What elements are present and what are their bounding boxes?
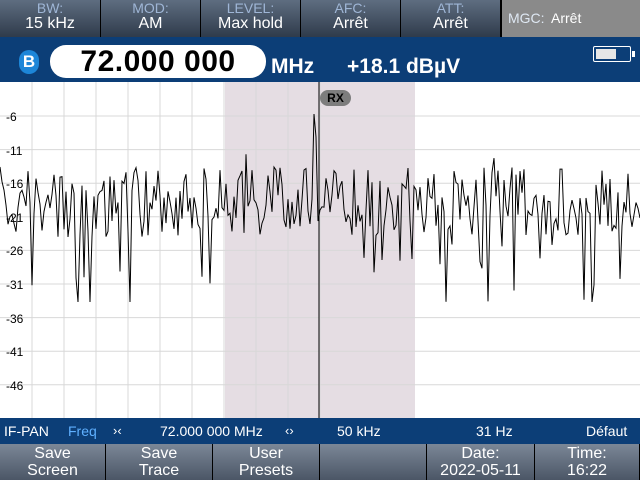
afc-label: AFC: xyxy=(334,0,367,16)
mod-label: MOD: xyxy=(132,0,169,16)
time-value: 16:22 xyxy=(566,462,608,479)
status-bar: BW: 15 kHz MOD: AM LEVEL: Max hold AFC: … xyxy=(0,0,640,37)
att-value: Arrêt xyxy=(433,15,468,32)
level-label: LEVEL: xyxy=(226,0,275,16)
info-bar: IF-PAN Freq ›‹ 72.000 000 MHz ‹› 50 kHz … xyxy=(0,418,640,444)
afc-value: Arrêt xyxy=(333,15,368,32)
att-label: ATT: xyxy=(436,0,465,16)
save-screen-line1: Save xyxy=(34,445,71,462)
span-icon: ‹› xyxy=(285,423,294,438)
level-field[interactable]: LEVEL: Max hold xyxy=(201,0,301,37)
center-frequency-icon: ›‹ xyxy=(113,423,122,438)
mod-value: AM xyxy=(138,15,163,32)
rx-marker-badge[interactable]: RX xyxy=(320,90,351,106)
date-label: Date: xyxy=(461,445,500,462)
freq-label[interactable]: Freq xyxy=(68,424,97,438)
mgc-value: Arrêt xyxy=(551,10,582,26)
time-display: Time: 16:22 xyxy=(535,444,640,480)
rbw-value: 31 Hz xyxy=(476,423,513,439)
att-field[interactable]: ATT: Arrêt xyxy=(401,0,501,37)
afc-field[interactable]: AFC: Arrêt xyxy=(301,0,401,37)
receiver-b-icon[interactable]: B xyxy=(19,50,39,74)
y-axis-label: -26 xyxy=(6,244,24,259)
battery-icon xyxy=(593,46,635,62)
y-axis-label: -31 xyxy=(6,278,24,292)
save-screen-button[interactable]: Save Screen xyxy=(0,444,106,480)
time-label: Time: xyxy=(567,445,607,462)
mod-field[interactable]: MOD: AM xyxy=(101,0,201,37)
signal-level: +18.1 dBµV xyxy=(347,55,461,78)
date-value: 2022-05-11 xyxy=(440,462,521,479)
save-screen-line2: Screen xyxy=(27,462,78,479)
save-trace-line1: Save xyxy=(140,445,178,462)
level-value: Max hold xyxy=(218,15,283,32)
y-axis-label: -16 xyxy=(6,177,24,192)
empty-softkey[interactable] xyxy=(320,444,427,480)
span-value[interactable]: 50 kHz xyxy=(337,424,381,438)
date-display: Date: 2022-05-11 xyxy=(427,444,535,480)
mgc-label: MGC: xyxy=(508,10,545,26)
y-axis-label: -41 xyxy=(6,345,24,360)
y-axis-label: -6 xyxy=(6,110,17,124)
preset-label[interactable]: Défaut xyxy=(586,424,627,438)
frequency-value[interactable]: 72.000 000 xyxy=(50,44,266,79)
y-axis-label: -36 xyxy=(6,311,24,326)
user-presets-line2: Presets xyxy=(238,462,294,479)
center-frequency: 72.000 000 MHz xyxy=(160,423,263,439)
bw-label: BW: xyxy=(36,0,64,16)
y-axis-label: -46 xyxy=(6,378,24,393)
y-axis-label: -21 xyxy=(6,210,24,225)
bw-value: 15 kHz xyxy=(25,15,75,32)
frequency-unit: MHz xyxy=(271,55,315,78)
spectrum-svg xyxy=(0,82,640,418)
mode-label[interactable]: IF-PAN xyxy=(4,424,49,438)
user-presets-button[interactable]: User Presets xyxy=(213,444,320,480)
softkey-bar: Save Screen Save Trace User Presets Date… xyxy=(0,444,640,480)
save-trace-button[interactable]: Save Trace xyxy=(106,444,213,480)
bw-field[interactable]: BW: 15 kHz xyxy=(0,0,101,37)
user-presets-line1: User xyxy=(249,445,283,462)
plot-grid xyxy=(0,82,640,418)
mgc-field[interactable]: MGC: Arrêt xyxy=(502,0,640,37)
y-axis-label: -11 xyxy=(6,143,23,158)
save-trace-line2: Trace xyxy=(138,462,180,479)
spectrum-plot[interactable]: -6 -11 -16 -21 -26 -31 -36 -41 -46 xyxy=(0,82,640,418)
